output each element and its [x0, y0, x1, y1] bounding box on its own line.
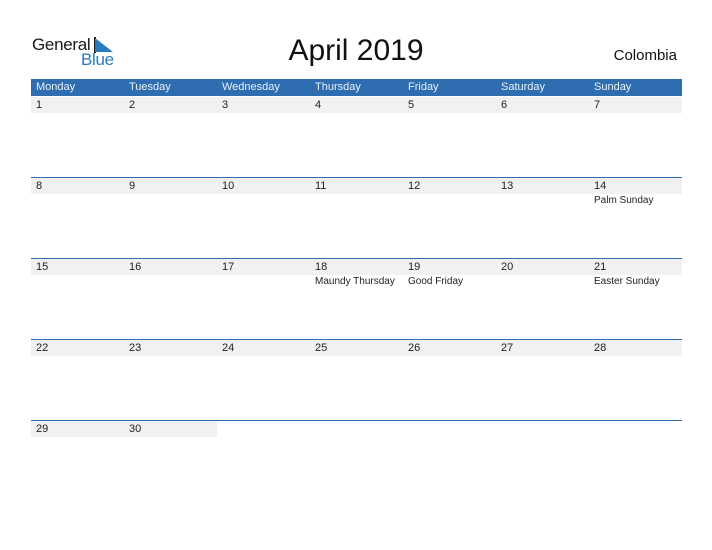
day-number: 1 [36, 99, 43, 111]
day-cell: 22 [31, 340, 124, 357]
day-number: 30 [129, 423, 142, 435]
day-cell: 12 [403, 178, 496, 207]
day-cell [310, 421, 403, 438]
day-cell: 30 [124, 421, 217, 438]
day-cell: 14 Palm Sunday [589, 178, 682, 207]
weekday-header: Monday Tuesday Wednesday Thursday Friday… [31, 79, 682, 96]
day-number: 17 [222, 261, 235, 273]
day-cell: 20 [496, 259, 589, 288]
weekday-thursday: Thursday [315, 81, 361, 93]
day-cell: 5 [403, 97, 496, 114]
week-row: 29 30 [31, 420, 682, 501]
weekday-friday: Friday [408, 81, 439, 93]
day-cell [403, 421, 496, 438]
day-number: 26 [408, 342, 421, 354]
day-number [222, 421, 310, 437]
day-number: 25 [315, 342, 328, 354]
day-number: 9 [129, 180, 136, 192]
day-cell: 21 Easter Sunday [589, 259, 682, 288]
day-cell: 26 [403, 340, 496, 357]
day-number: 24 [222, 342, 235, 354]
day-cell: 16 [124, 259, 217, 288]
day-number: 19 [408, 261, 421, 273]
day-number: 29 [36, 423, 49, 435]
day-number: 2 [129, 99, 136, 111]
day-number [594, 421, 682, 437]
day-number: 7 [594, 99, 601, 111]
day-number: 15 [36, 261, 49, 273]
day-cell: 13 [496, 178, 589, 207]
day-cell [217, 421, 310, 438]
day-number: 21 [594, 261, 607, 273]
country-label: Colombia [613, 47, 677, 64]
day-number: 22 [36, 342, 49, 354]
day-cell: 23 [124, 340, 217, 357]
day-cells: 22 23 24 25 26 27 28 [31, 340, 682, 357]
weekday-wednesday: Wednesday [222, 81, 280, 93]
day-number: 12 [408, 180, 421, 192]
week-row: 8 9 10 11 12 13 14 Palm Sunday [31, 177, 682, 258]
weekday-monday: Monday [36, 81, 76, 93]
day-cell: 24 [217, 340, 310, 357]
day-number: 10 [222, 180, 235, 192]
day-cell: 28 [589, 340, 682, 357]
day-number [408, 421, 496, 437]
day-cells: 8 9 10 11 12 13 14 Palm Sunday [31, 178, 682, 207]
week-row: 15 16 17 18 Maundy Thursday 19 Good Friday 20 21… [31, 258, 682, 339]
day-number: 13 [501, 180, 514, 192]
day-cell: 1 [31, 97, 124, 114]
day-cells: 15 16 17 18 Maundy Thursday 19 Good Friday 20 21… [31, 259, 682, 288]
day-number: 5 [408, 99, 415, 111]
day-cell: 8 [31, 178, 124, 207]
calendar-title: April 2019 [288, 34, 424, 67]
day-number: 14 [594, 180, 607, 192]
day-number: 18 [315, 261, 328, 273]
holiday-label: Good Friday [408, 276, 464, 287]
day-cell: 9 [124, 178, 217, 207]
day-cell: 3 [217, 97, 310, 114]
day-number: 23 [129, 342, 142, 354]
day-number: 8 [36, 180, 43, 192]
day-cell: 29 [31, 421, 124, 438]
day-cell: 11 [310, 178, 403, 207]
weekday-sunday: Sunday [594, 81, 632, 93]
day-number: 4 [315, 99, 322, 111]
day-cells: 1 2 3 4 5 6 7 [31, 97, 682, 114]
day-cell [589, 421, 682, 438]
day-number: 11 [315, 180, 327, 192]
day-cell: 10 [217, 178, 310, 207]
week-row: 22 23 24 25 26 27 28 [31, 339, 682, 420]
day-cell [496, 421, 589, 438]
day-cell: 18 Maundy Thursday [310, 259, 403, 288]
day-number: 3 [222, 99, 229, 111]
day-cell: 25 [310, 340, 403, 357]
day-number: 28 [594, 342, 607, 354]
week-row: 1 2 3 4 5 6 7 [31, 96, 682, 177]
day-cells: 29 30 [31, 421, 682, 438]
day-cell: 2 [124, 97, 217, 114]
holiday-label: Maundy Thursday [315, 276, 395, 287]
weekday-tuesday: Tuesday [129, 81, 171, 93]
day-number: 6 [501, 99, 508, 111]
day-cell: 17 [217, 259, 310, 288]
day-cell: 6 [496, 97, 589, 114]
day-cell: 15 [31, 259, 124, 288]
holiday-label: Easter Sunday [594, 276, 660, 287]
day-cell: 19 Good Friday [403, 259, 496, 288]
holiday-label: Palm Sunday [594, 195, 654, 206]
day-number: 27 [501, 342, 514, 354]
day-number [315, 421, 403, 437]
day-cell: 27 [496, 340, 589, 357]
weekday-saturday: Saturday [501, 81, 546, 93]
day-number [501, 421, 589, 437]
day-cell: 7 [589, 97, 682, 114]
day-cell: 4 [310, 97, 403, 114]
day-number: 20 [501, 261, 514, 273]
day-number: 16 [129, 261, 142, 273]
